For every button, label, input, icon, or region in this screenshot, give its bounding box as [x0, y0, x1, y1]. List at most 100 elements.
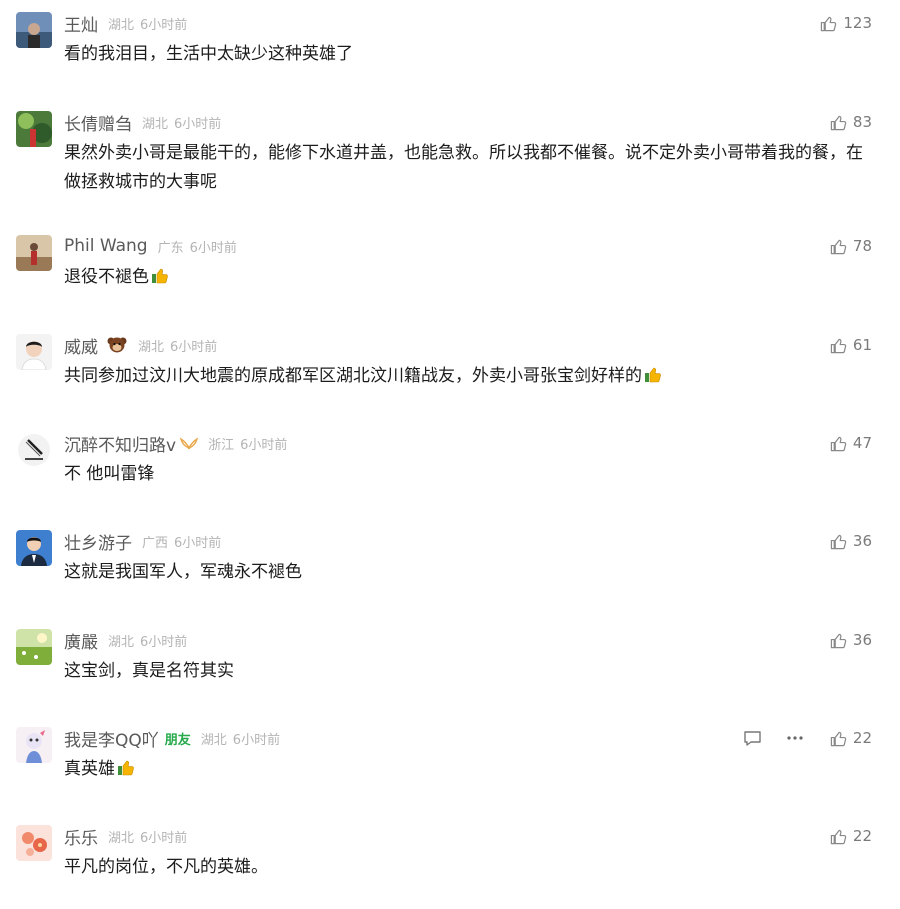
user-name[interactable]: 壮乡游子: [64, 529, 132, 554]
location: 浙江: [208, 437, 235, 453]
location: 湖北: [142, 116, 169, 132]
comment-meta: 我是李QQ吖 朋友 湖北 6小时前: [64, 725, 280, 751]
location: 湖北: [200, 732, 227, 748]
thumbs-up-emoji: [643, 364, 663, 394]
like-button[interactable]: 47: [830, 432, 872, 454]
timestamp: 6小时前: [240, 437, 288, 453]
thumbs-up-icon: [830, 337, 847, 354]
like-button[interactable]: 36: [830, 530, 872, 552]
like-button[interactable]: 123: [820, 12, 872, 34]
comment-text: 果然外卖小哥是最能干的，能修下水道井盖，也能急救。所以我都不催餐。说不定外卖小哥…: [64, 143, 863, 192]
user-name[interactable]: 长倩赠刍: [64, 110, 132, 135]
timestamp: 6小时前: [232, 732, 281, 748]
comment-text: 退役不褪色: [64, 263, 874, 295]
timestamp: 6小时前: [174, 116, 222, 132]
timestamp: 6小时前: [140, 830, 188, 846]
location: 广东: [157, 240, 184, 256]
timestamp: 6小时前: [174, 535, 222, 551]
like-button[interactable]: 61: [830, 334, 872, 356]
more-button[interactable]: [786, 727, 804, 749]
user-name[interactable]: 我是李QQ吖: [64, 726, 159, 751]
comment-text: 不 他叫雷锋: [64, 464, 155, 484]
avatar[interactable]: [16, 629, 52, 665]
location: 湖北: [138, 339, 165, 355]
timestamp: 6小时前: [140, 634, 188, 650]
comment-text: 这就是我国军人，军魂永不褪色: [64, 562, 302, 582]
timestamp: 6小时前: [140, 17, 188, 33]
comment-list: 王灿 湖北 6小时前 看的我泪目，生活中太缺少这种英雄了 123 长倩赠刍 湖北…: [0, 0, 900, 900]
comment-meta: 王灿 湖北 6小时前: [64, 10, 187, 36]
location: 湖北: [108, 634, 135, 650]
thumbs-up-emoji: [116, 757, 136, 787]
user-name[interactable]: 威威: [64, 333, 98, 358]
thumbs-up-icon: [830, 238, 847, 255]
comment-meta: 廣嚴 湖北 6小时前: [64, 627, 187, 653]
reply-button[interactable]: [743, 727, 762, 749]
comment-text: 真英雄: [64, 755, 874, 787]
thumbs-up-icon: [830, 533, 847, 550]
comment-item: 乐乐 湖北 6小时前 平凡的岗位，不凡的英雄。 22: [0, 813, 900, 909]
wing-badge-icon: [180, 435, 199, 451]
comment-meta: 乐乐 湖北 6小时前: [64, 823, 187, 849]
monkey-badge-icon: [106, 334, 128, 356]
like-count: 83: [852, 113, 872, 131]
comment-text: 平凡的岗位，不凡的英雄。: [64, 857, 268, 877]
like-count: 61: [852, 336, 872, 354]
like-count: 36: [852, 631, 872, 649]
user-name[interactable]: 乐乐: [64, 824, 98, 849]
comment-meta: 长倩赠刍 湖北 6小时前: [64, 109, 221, 135]
user-name[interactable]: 王灿: [64, 11, 98, 36]
avatar[interactable]: [16, 111, 52, 147]
comment-meta: 沉醉不知归路v 浙江 6小时前: [64, 430, 287, 456]
comment-item: 壮乡游子 广西 6小时前 这就是我国军人，军魂永不褪色 36: [0, 518, 900, 614]
timestamp: 6小时前: [170, 339, 218, 355]
comment-item: 长倩赠刍 湖北 6小时前 果然外卖小哥是最能干的，能修下水道井盖，也能急救。所以…: [0, 99, 900, 219]
like-count: 22: [852, 729, 872, 747]
thumbs-up-icon: [820, 15, 837, 32]
thumbs-up-emoji: [150, 265, 170, 295]
more-icon: [786, 735, 804, 741]
avatar[interactable]: [16, 530, 52, 566]
comment-text: 共同参加过汶川大地震的原成都军区湖北汶川籍战友，外卖小哥张宝剑好样的: [64, 362, 874, 394]
comment-item: 我是李QQ吖 朋友 湖北 6小时前 真英雄 22: [0, 715, 900, 811]
comment-item: 威威 湖北 6小时前 共同参加过汶川大地震的原成都军区湖北汶川籍战友，外卖小哥张…: [0, 322, 900, 418]
thumbs-up-icon: [830, 828, 847, 845]
reply-icon: [743, 730, 762, 747]
avatar[interactable]: [16, 432, 52, 468]
comment-meta: 威威 湖北 6小时前: [64, 332, 217, 358]
thumbs-up-icon: [830, 114, 847, 131]
avatar[interactable]: [16, 334, 52, 370]
comment-item: Phil Wang 广东 6小时前 退役不褪色 78: [0, 223, 900, 319]
like-count: 78: [852, 237, 872, 255]
user-name[interactable]: 沉醉不知归路v: [64, 431, 176, 456]
comment-meta: 壮乡游子 广西 6小时前: [64, 528, 221, 554]
avatar[interactable]: [16, 825, 52, 861]
like-button[interactable]: 36: [830, 629, 872, 651]
like-count: 22: [852, 827, 872, 845]
user-name[interactable]: Phil Wang: [64, 236, 148, 256]
comment-meta: Phil Wang 广东 6小时前: [64, 233, 237, 259]
user-name[interactable]: 廣嚴: [64, 628, 98, 653]
comment-text: 看的我泪目，生活中太缺少这种英雄了: [64, 44, 353, 64]
like-count: 123: [843, 14, 872, 32]
thumbs-up-icon: [830, 730, 847, 747]
like-button[interactable]: 83: [830, 111, 872, 133]
location: 湖北: [108, 830, 135, 846]
location: 湖北: [108, 17, 135, 33]
like-count: 47: [852, 434, 872, 452]
thumbs-up-icon: [830, 435, 847, 452]
comment-item: 廣嚴 湖北 6小时前 这宝剑，真是名符其实 36: [0, 617, 900, 713]
comment-item: 沉醉不知归路v 浙江 6小时前 不 他叫雷锋 47: [0, 420, 900, 516]
comment-item: 王灿 湖北 6小时前 看的我泪目，生活中太缺少这种英雄了 123: [0, 0, 900, 96]
avatar[interactable]: [16, 12, 52, 48]
timestamp: 6小时前: [189, 240, 237, 256]
thumbs-up-icon: [830, 632, 847, 649]
like-button[interactable]: 22: [830, 825, 872, 847]
friend-tag: 朋友: [164, 732, 191, 748]
location: 广西: [142, 535, 169, 551]
avatar[interactable]: [16, 727, 52, 763]
like-button[interactable]: 78: [830, 235, 872, 257]
like-count: 36: [852, 532, 872, 550]
like-button[interactable]: 22: [830, 727, 872, 749]
avatar[interactable]: [16, 235, 52, 271]
